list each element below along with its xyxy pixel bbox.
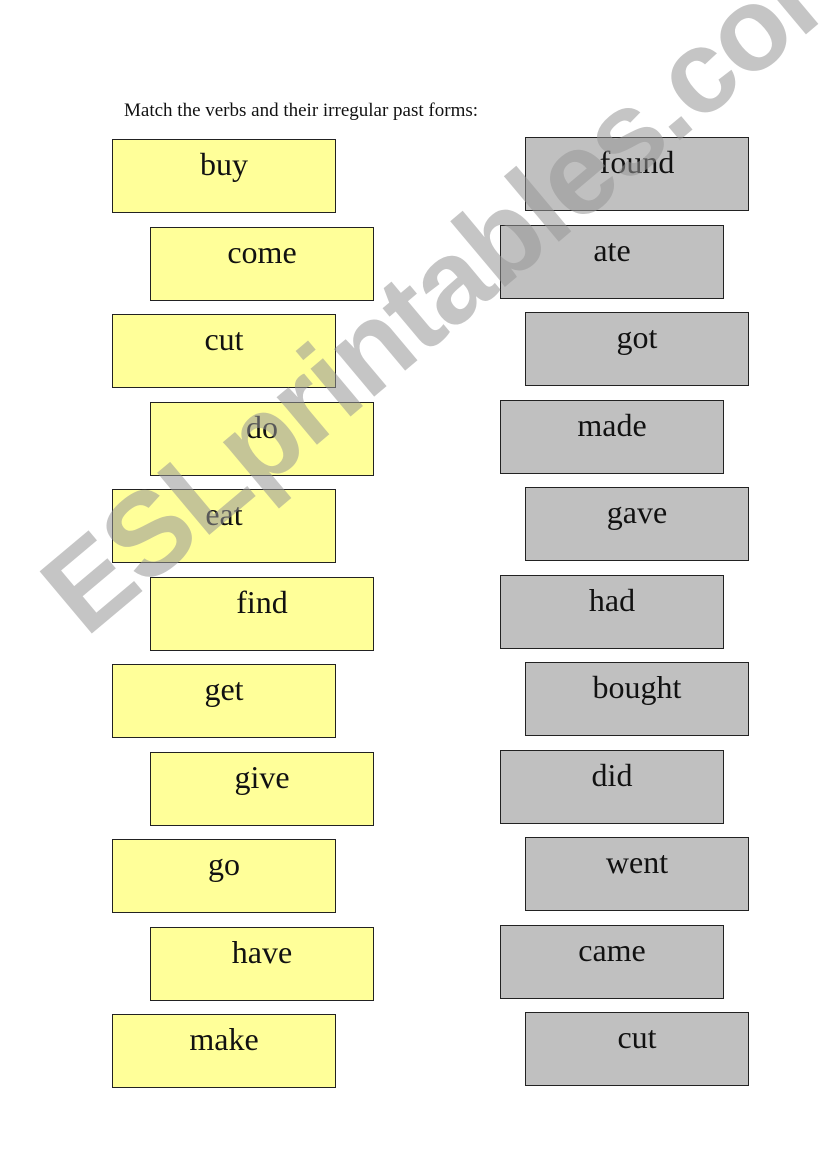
verb-label: come (227, 234, 297, 270)
verb-card[interactable]: get (112, 664, 336, 738)
past-form-label: did (591, 757, 633, 793)
verb-label: eat (205, 496, 243, 532)
verb-card[interactable]: come (150, 227, 374, 301)
past-form-card[interactable]: found (525, 137, 749, 211)
past-form-label: bought (592, 669, 682, 705)
verb-label: make (189, 1021, 259, 1057)
past-form-card[interactable]: did (500, 750, 724, 824)
verb-label: find (236, 584, 288, 620)
past-form-label: made (577, 407, 647, 443)
past-form-card[interactable]: went (525, 837, 749, 911)
verb-label: do (246, 409, 278, 445)
past-form-card[interactable]: had (500, 575, 724, 649)
verb-card[interactable]: find (150, 577, 374, 651)
verb-label: have (231, 934, 293, 970)
past-form-label: gave (606, 494, 668, 530)
past-form-card[interactable]: came (500, 925, 724, 999)
verb-card[interactable]: eat (112, 489, 336, 563)
verb-card[interactable]: buy (112, 139, 336, 213)
verb-label: cut (204, 321, 244, 357)
verb-card[interactable]: cut (112, 314, 336, 388)
past-form-label: had (588, 582, 636, 618)
verb-card[interactable]: have (150, 927, 374, 1001)
past-form-label: came (578, 932, 646, 968)
past-form-label: found (599, 144, 675, 180)
verb-label: go (208, 846, 240, 882)
verb-card[interactable]: go (112, 839, 336, 913)
past-form-label: cut (617, 1019, 657, 1055)
past-form-card[interactable]: gave (525, 487, 749, 561)
past-form-card[interactable]: ate (500, 225, 724, 299)
past-form-label: ate (593, 232, 631, 268)
verb-label: get (204, 671, 244, 707)
verb-label: give (234, 759, 290, 795)
verb-card[interactable]: make (112, 1014, 336, 1088)
past-form-card[interactable]: bought (525, 662, 749, 736)
past-form-card[interactable]: made (500, 400, 724, 474)
past-form-card[interactable]: got (525, 312, 749, 386)
verb-card[interactable]: give (150, 752, 374, 826)
worksheet-title: Match the verbs and their irregular past… (124, 100, 479, 121)
verb-label: buy (200, 146, 248, 182)
past-form-card[interactable]: cut (525, 1012, 749, 1086)
past-form-label: went (605, 844, 669, 880)
past-form-label: got (616, 319, 658, 355)
verb-card[interactable]: do (150, 402, 374, 476)
